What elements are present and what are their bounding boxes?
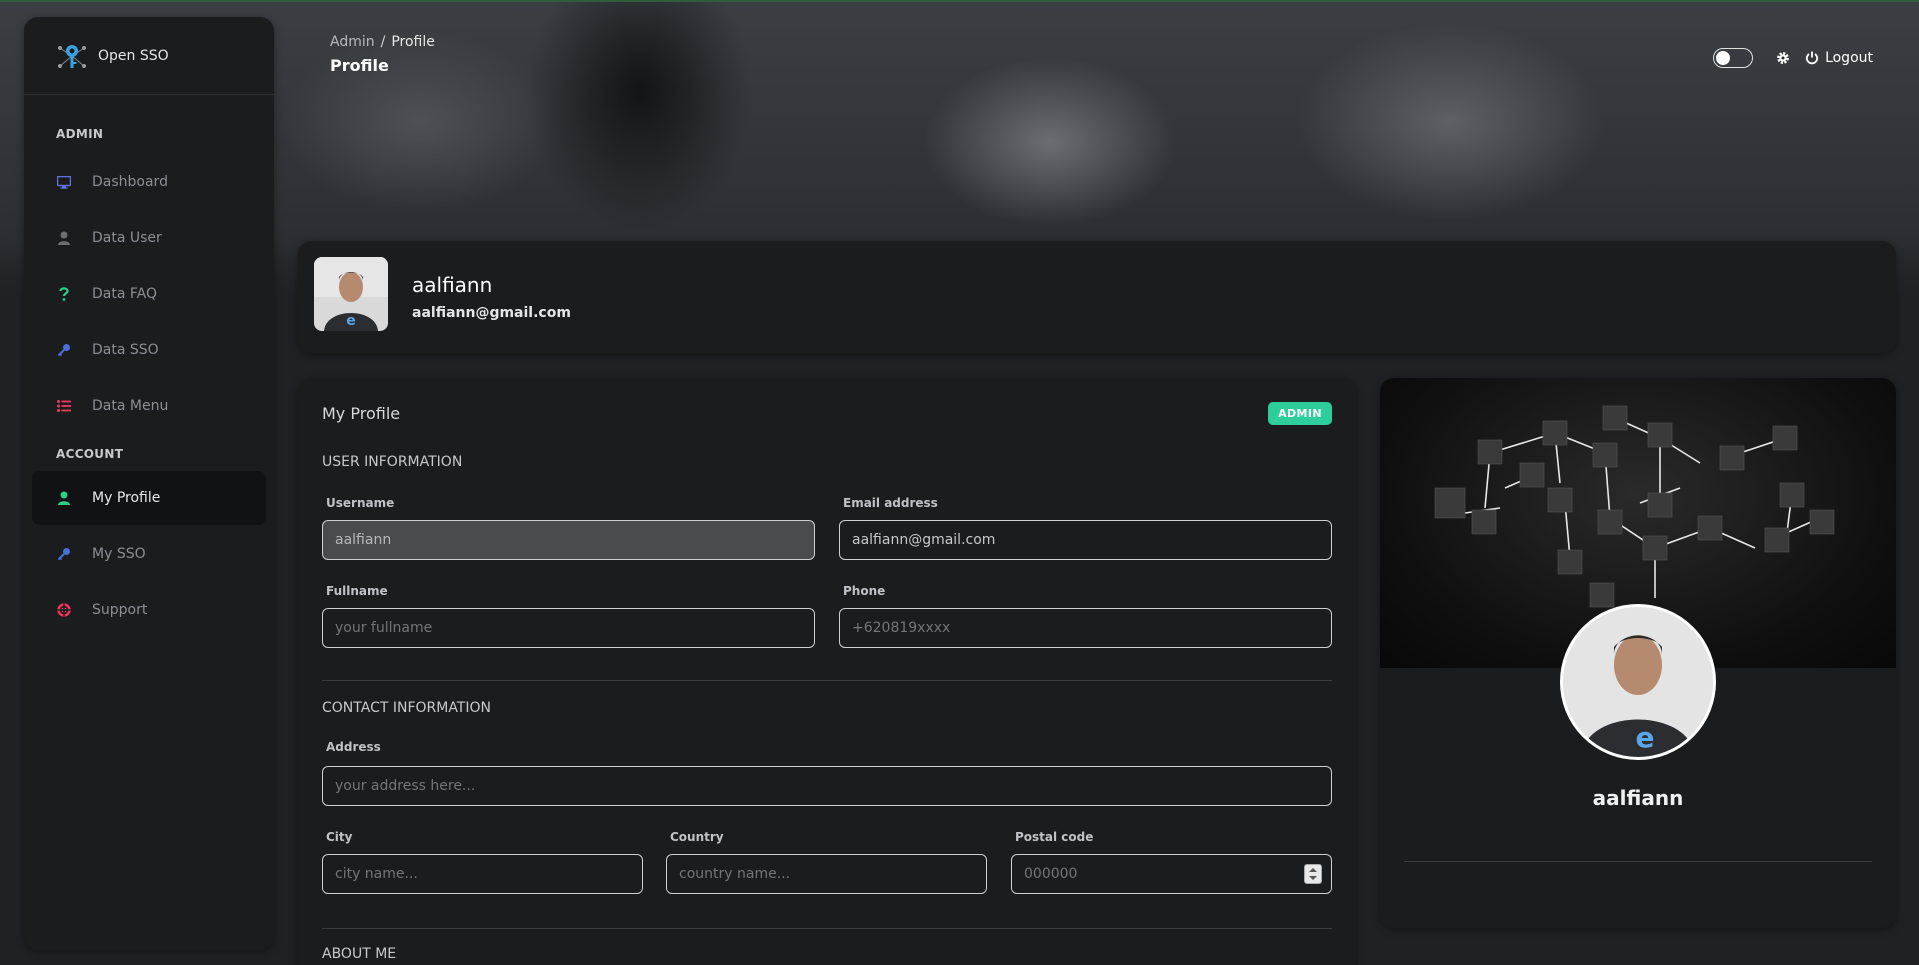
user-information-heading: USER INFORMATION bbox=[322, 454, 463, 470]
country-input[interactable] bbox=[666, 854, 987, 894]
sidebar-item-label: Data Menu bbox=[92, 398, 169, 414]
svg-text:e: e bbox=[346, 313, 356, 329]
key-icon bbox=[56, 546, 72, 562]
gear-icon[interactable] bbox=[1775, 50, 1791, 66]
svg-text:e: e bbox=[1636, 721, 1655, 754]
username-label: Username bbox=[326, 496, 395, 510]
avatar: e bbox=[314, 257, 388, 331]
page-title: Profile bbox=[330, 56, 389, 75]
sidebar-item-label: My Profile bbox=[92, 490, 161, 506]
breadcrumb-separator: / bbox=[380, 34, 386, 50]
sidebar-item-label: Data SSO bbox=[92, 342, 159, 358]
profile-email: aalfiann@gmail.com bbox=[412, 305, 571, 321]
username-input[interactable] bbox=[322, 520, 815, 560]
theme-toggle[interactable] bbox=[1713, 48, 1754, 68]
logout-label: Logout bbox=[1825, 50, 1873, 66]
key-icon bbox=[56, 342, 72, 358]
city-input[interactable] bbox=[322, 854, 643, 894]
brand-name: Open SSO bbox=[98, 47, 169, 64]
sidebar-item-data-sso[interactable]: Data SSO bbox=[32, 323, 266, 377]
user-icon bbox=[56, 490, 72, 506]
sidebar-item-data-menu[interactable]: Data Menu bbox=[32, 379, 266, 433]
sidebar-item-dashboard[interactable]: Dashboard bbox=[32, 155, 266, 209]
profile-header-card: e aalfiann aalfiann@gmail.com bbox=[298, 241, 1896, 353]
role-badge: ADMIN bbox=[1268, 402, 1332, 425]
sidebar-item-label: Dashboard bbox=[92, 174, 168, 190]
lifebuoy-icon bbox=[56, 602, 72, 618]
sidebar-item-my-profile[interactable]: My Profile bbox=[32, 471, 266, 525]
section-divider bbox=[322, 928, 1332, 929]
postal-code-input[interactable] bbox=[1011, 854, 1332, 894]
fullname-label: Fullname bbox=[326, 584, 388, 598]
sidebar-item-label: My SSO bbox=[92, 546, 146, 562]
question-icon bbox=[56, 286, 72, 302]
section-label-account: ACCOUNT bbox=[56, 447, 124, 461]
sidebar-item-support[interactable]: Support bbox=[32, 583, 266, 637]
address-label: Address bbox=[326, 740, 381, 754]
sidebar-item-label: Support bbox=[92, 602, 148, 618]
sidebar-item-data-user[interactable]: Data User bbox=[32, 211, 266, 265]
contact-information-heading: CONTACT INFORMATION bbox=[322, 700, 491, 716]
list-icon bbox=[56, 398, 72, 414]
sidebar-item-my-sso[interactable]: My SSO bbox=[32, 527, 266, 581]
email-input[interactable] bbox=[839, 520, 1332, 560]
country-label: Country bbox=[670, 830, 724, 844]
breadcrumb: Admin / Profile bbox=[330, 34, 435, 50]
sidebar-item-data-faq[interactable]: Data FAQ bbox=[32, 267, 266, 321]
top-actions: Logout bbox=[1713, 48, 1873, 68]
power-icon bbox=[1806, 51, 1819, 65]
section-divider bbox=[1404, 861, 1872, 862]
profile-summary-name: aalfiann bbox=[1592, 786, 1684, 810]
sidebar-item-label: Data User bbox=[92, 230, 162, 246]
city-label: City bbox=[326, 830, 353, 844]
avatar: e bbox=[1560, 604, 1716, 760]
postal-code-label: Postal code bbox=[1015, 830, 1094, 844]
toggle-knob bbox=[1716, 51, 1731, 65]
postal-code-field bbox=[1011, 854, 1332, 894]
section-divider bbox=[322, 680, 1332, 681]
logout-button[interactable]: Logout bbox=[1805, 50, 1873, 66]
profile-name: aalfiann bbox=[412, 273, 493, 297]
section-label-admin: ADMIN bbox=[56, 127, 104, 141]
sidebar: Open SSO ADMIN Dashboard Data User Data … bbox=[24, 17, 274, 950]
profile-summary-card: e aalfiann bbox=[1380, 378, 1896, 928]
address-input[interactable] bbox=[322, 766, 1332, 806]
about-me-heading: ABOUT ME bbox=[322, 946, 397, 962]
user-icon bbox=[56, 230, 72, 246]
breadcrumb-parent-link[interactable]: Admin bbox=[330, 34, 375, 50]
fullname-input[interactable] bbox=[322, 608, 815, 648]
brand[interactable]: Open SSO bbox=[24, 17, 274, 95]
phone-input[interactable] bbox=[839, 608, 1332, 648]
form-title: My Profile bbox=[322, 404, 401, 423]
monitor-icon bbox=[56, 174, 72, 190]
email-label: Email address bbox=[843, 496, 938, 510]
number-stepper-icon[interactable] bbox=[1304, 864, 1322, 884]
sidebar-item-label: Data FAQ bbox=[92, 286, 157, 302]
my-profile-form-card: My Profile ADMIN USER INFORMATION Userna… bbox=[298, 378, 1356, 965]
breadcrumb-current: Profile bbox=[391, 34, 435, 50]
phone-label: Phone bbox=[843, 584, 886, 598]
open-sso-logo-icon bbox=[56, 40, 88, 72]
